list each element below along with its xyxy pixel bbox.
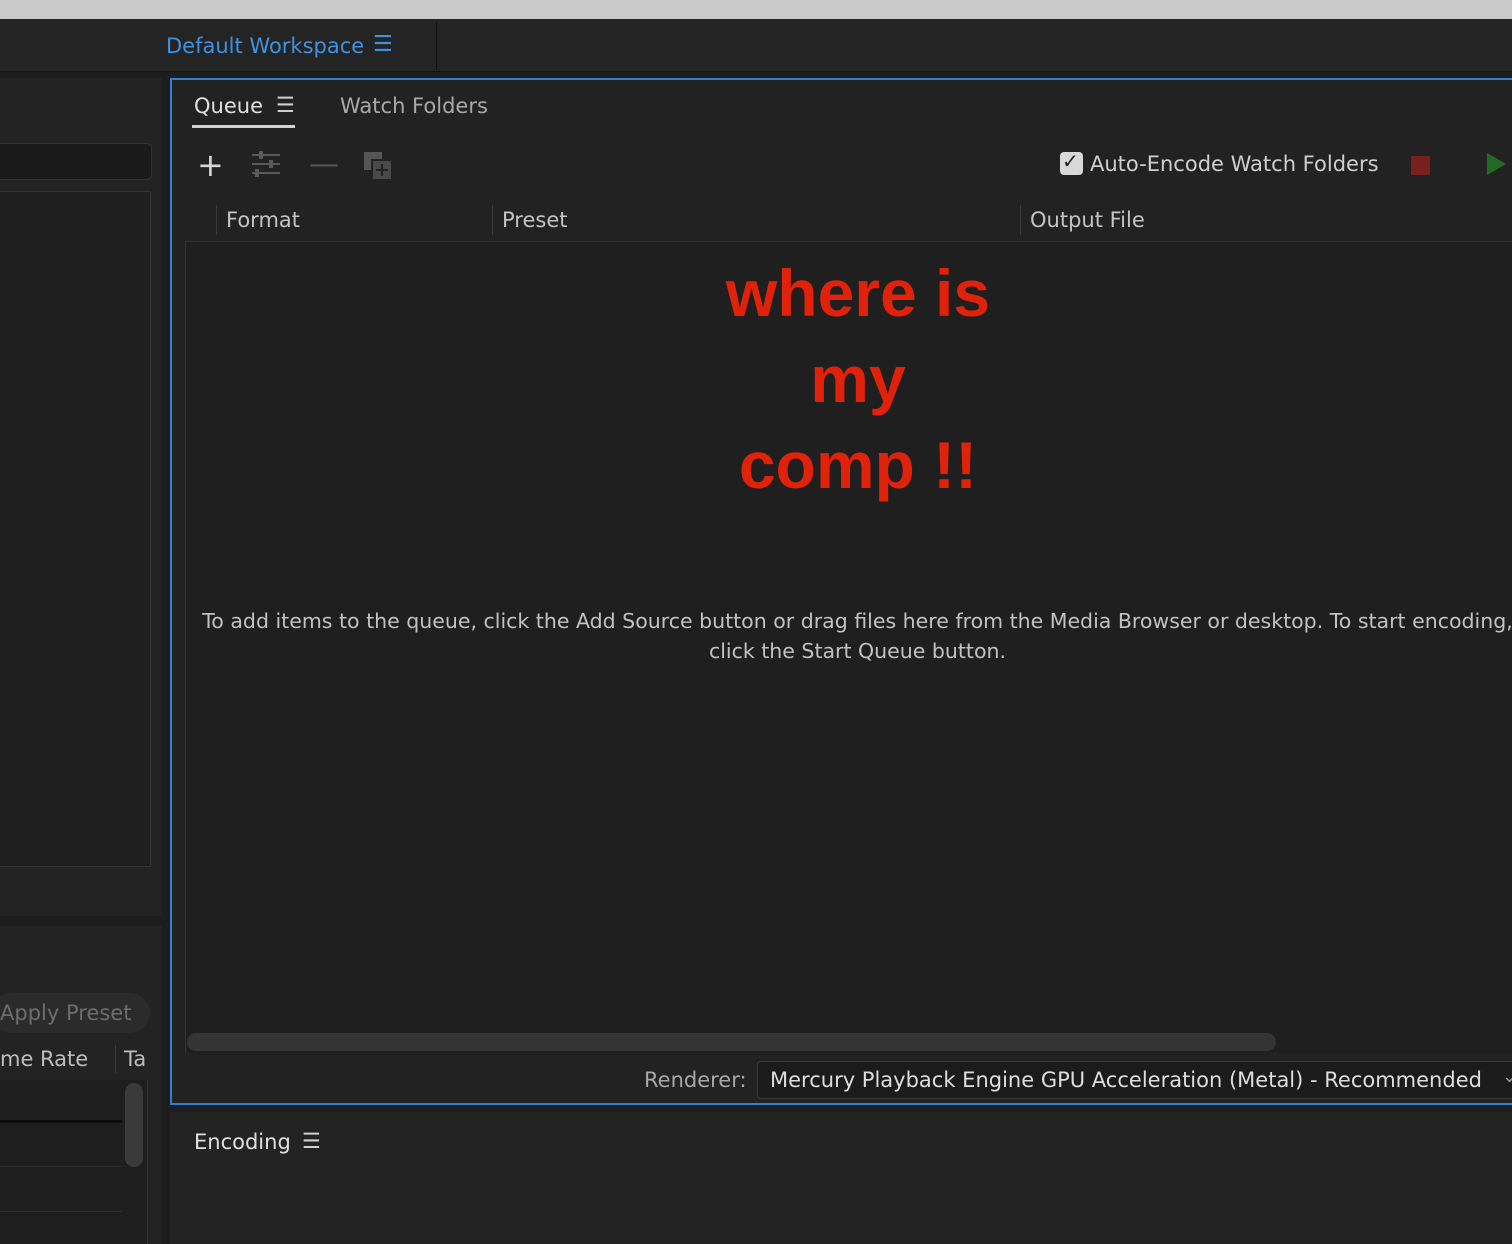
checkmark-icon: ✓ <box>1062 149 1079 173</box>
left-table-scrollbar[interactable] <box>125 1083 143 1167</box>
column-header-ta[interactable]: Ta <box>124 1047 146 1071</box>
left-browser-list[interactable] <box>0 191 151 867</box>
remove-icon[interactable]: — <box>309 150 339 180</box>
encoding-panel <box>170 1112 1512 1244</box>
renderer-label: Renderer: <box>644 1068 747 1092</box>
annotation-line: where is <box>725 256 991 330</box>
queue-empty-instructions: To add items to the queue, click the Add… <box>202 609 1512 663</box>
workspace-menu-icon[interactable]: ☰ <box>373 32 393 57</box>
table-row-divider <box>0 1166 122 1167</box>
column-header-preset[interactable]: Preset <box>502 208 567 232</box>
duplicate-icon[interactable] <box>362 150 394 182</box>
column-header-format[interactable]: Format <box>226 208 300 232</box>
auto-encode-checkbox[interactable]: ✓ <box>1060 149 1083 175</box>
tab-queue[interactable]: Queue <box>194 94 263 118</box>
queue-menu-icon[interactable]: ☰ <box>276 93 295 117</box>
window-top-strip <box>0 0 1512 19</box>
auto-encode-label[interactable]: Auto-Encode Watch Folders <box>1090 152 1379 176</box>
renderer-value[interactable]: Mercury Playback Engine GPU Acceleration… <box>770 1068 1482 1092</box>
annotation-line: comp !! <box>738 428 978 502</box>
left-search-input[interactable] <box>0 143 152 180</box>
workspace-title[interactable]: Default Workspace <box>166 34 364 58</box>
annotation-line: my <box>810 342 906 416</box>
table-row-divider <box>0 1211 122 1212</box>
horizontal-scrollbar[interactable] <box>187 1033 1276 1051</box>
annotation-text: where is my comp !! <box>600 250 1116 508</box>
stop-queue-icon[interactable] <box>1411 156 1430 175</box>
column-separator <box>492 205 493 235</box>
chevron-down-icon[interactable]: ⌄ <box>1502 1066 1512 1087</box>
header-divider <box>436 22 437 70</box>
column-separator <box>216 205 217 235</box>
add-source-icon[interactable]: + <box>197 149 224 181</box>
column-separator <box>1020 205 1021 235</box>
encoding-panel-title[interactable]: Encoding <box>194 1130 291 1154</box>
column-header-frame-rate[interactable]: me Rate <box>0 1047 88 1071</box>
active-tab-indicator <box>192 125 295 128</box>
apply-preset-button[interactable]: Apply Preset <box>0 993 150 1033</box>
column-separator <box>115 1045 116 1073</box>
column-header-output-file[interactable]: Output File <box>1030 208 1145 232</box>
start-queue-icon[interactable] <box>1487 153 1506 175</box>
settings-sliders-icon[interactable] <box>249 150 283 180</box>
table-row-divider <box>0 1120 122 1123</box>
encoding-menu-icon[interactable]: ☰ <box>302 1129 321 1153</box>
tab-watch-folders[interactable]: Watch Folders <box>340 94 488 118</box>
